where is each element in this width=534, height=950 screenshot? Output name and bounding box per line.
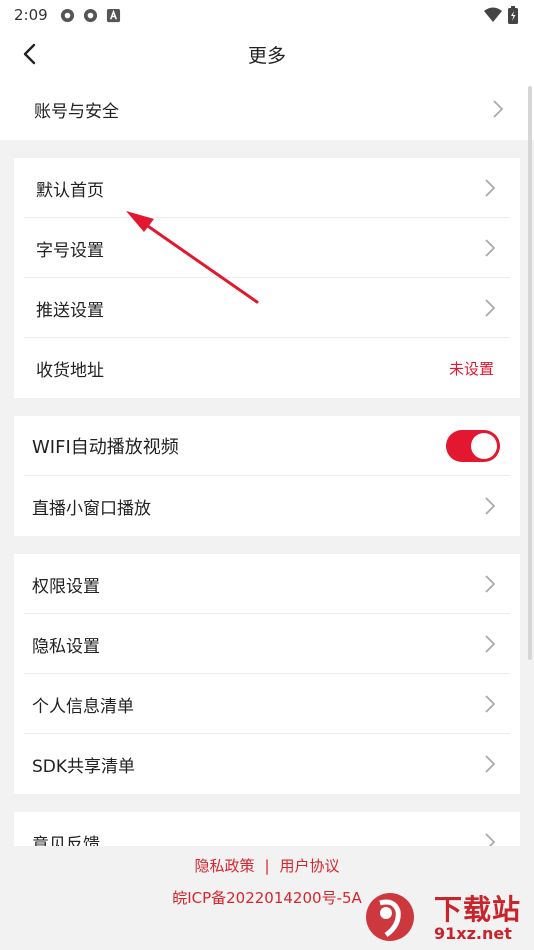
account-security-label: 账号与安全 — [34, 101, 119, 122]
app-notification-icon — [83, 8, 97, 22]
feedback-label: 意见反馈 — [32, 834, 100, 847]
battery-icon — [508, 6, 518, 24]
chevron-right-icon — [485, 497, 496, 515]
live-mini-window-row[interactable]: 直播小窗口播放 — [14, 476, 520, 536]
wifi-icon — [484, 7, 502, 22]
footer-separator: | — [264, 857, 270, 875]
watermark-title: 下载站 — [434, 893, 522, 926]
a-notification-icon — [106, 8, 120, 22]
sdk-share-list-row[interactable]: SDK共享清单 — [14, 734, 520, 794]
privacy-settings-row[interactable]: 隐私设置 — [14, 614, 520, 674]
page-title: 更多 — [247, 45, 286, 67]
scrollbar[interactable] — [528, 86, 532, 660]
wifi-autoplay-label: WIFI自动播放视频 — [32, 437, 179, 458]
chevron-right-icon — [485, 179, 496, 197]
feedback-row[interactable]: 意见反馈 — [14, 812, 520, 846]
settings-group-video: WIFI自动播放视频 直播小窗口播放 — [14, 416, 520, 536]
default-homepage-row[interactable]: 默认首页 — [14, 158, 520, 218]
chevron-right-icon — [485, 239, 496, 257]
permission-settings-label: 权限设置 — [32, 576, 100, 597]
live-mini-window-label: 直播小窗口播放 — [32, 498, 151, 519]
permission-settings-row[interactable]: 权限设置 — [14, 554, 520, 614]
privacy-policy-link[interactable]: 隐私政策 — [194, 857, 254, 875]
push-settings-row[interactable]: 推送设置 — [14, 278, 520, 338]
chevron-right-icon — [485, 299, 496, 317]
title-bar: 更多 — [0, 30, 534, 78]
watermark-url: 91xz.net — [434, 924, 512, 943]
chevron-right-icon — [493, 100, 504, 118]
account-security-row[interactable]: 账号与安全 — [0, 79, 534, 139]
chevron-right-icon — [485, 695, 496, 713]
personal-info-list-label: 个人信息清单 — [32, 696, 134, 717]
personal-info-list-row[interactable]: 个人信息清单 — [14, 674, 520, 734]
wifi-autoplay-row: WIFI自动播放视频 — [14, 416, 520, 476]
toggle-knob — [471, 433, 497, 459]
status-time: 2:09 — [14, 6, 48, 24]
app-notification-icon — [60, 8, 74, 22]
sdk-share-list-label: SDK共享清单 — [32, 756, 136, 777]
status-bar: 2:09 — [0, 0, 534, 30]
settings-group-feedback: 意见反馈 — [14, 812, 520, 846]
settings-group-general: 默认首页 字号设置 推送设置 收货地址 未设置 — [14, 158, 520, 398]
status-right — [484, 6, 518, 24]
shipping-address-label: 收货地址 — [36, 360, 104, 381]
footer-links: 隐私政策 | 用户协议 — [0, 855, 534, 876]
font-size-row[interactable]: 字号设置 — [14, 218, 520, 278]
privacy-settings-label: 隐私设置 — [32, 636, 100, 657]
font-size-label: 字号设置 — [36, 240, 104, 261]
shipping-address-status: 未设置 — [448, 359, 494, 378]
push-settings-label: 推送设置 — [36, 300, 104, 321]
wifi-autoplay-toggle[interactable] — [446, 430, 500, 462]
default-homepage-label: 默认首页 — [36, 180, 104, 201]
settings-group-privacy: 权限设置 隐私设置 个人信息清单 SDK共享清单 — [14, 554, 520, 794]
chevron-right-icon — [485, 755, 496, 773]
chevron-right-icon — [485, 635, 496, 653]
shipping-address-row[interactable]: 收货地址 未设置 — [14, 338, 520, 398]
chevron-right-icon — [485, 833, 496, 846]
user-agreement-link[interactable]: 用户协议 — [280, 857, 340, 875]
account-card: 账号与安全 — [0, 78, 534, 140]
chevron-right-icon — [485, 575, 496, 593]
